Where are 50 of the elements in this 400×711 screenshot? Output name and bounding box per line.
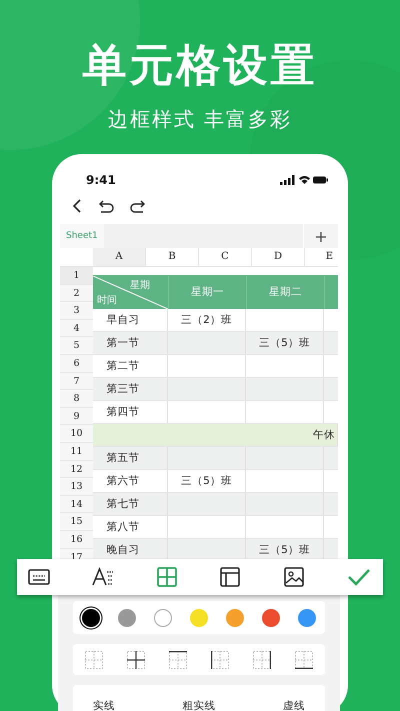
status-time: 9:41 [86, 173, 116, 187]
color-swatch[interactable] [154, 608, 172, 626]
column-header[interactable]: B [146, 248, 199, 266]
layout-icon[interactable] [219, 566, 242, 588]
color-swatch[interactable] [262, 608, 280, 626]
table-cell: 第五节 [93, 447, 168, 469]
redo-icon[interactable] [130, 200, 146, 212]
border-option-icon[interactable] [295, 650, 313, 668]
keyboard-icon[interactable] [28, 566, 50, 588]
table-cell: 早自习 [93, 309, 168, 331]
grid-icon[interactable] [156, 566, 178, 588]
subheadline: 边框样式 丰富多彩 [108, 106, 292, 132]
table-cell: 第八节 [93, 516, 168, 538]
text-format-icon[interactable] [92, 566, 114, 588]
header-text: 星期 [130, 278, 150, 292]
table-cell: 三（2）班 [181, 314, 232, 326]
table-cell: 三（5）班 [181, 475, 232, 487]
table-cell: 第七节 [93, 493, 168, 515]
back-icon[interactable] [72, 199, 82, 213]
table-cell: 第六节 [93, 470, 168, 492]
column-header[interactable]: A [93, 248, 146, 266]
border-option-icon[interactable] [211, 650, 229, 668]
color-swatch[interactable] [190, 608, 208, 626]
add-sheet-button[interactable]: + [304, 224, 338, 248]
border-option-icon[interactable] [253, 650, 271, 668]
color-swatch[interactable] [298, 608, 316, 626]
table-cell: 三（5）班 [259, 544, 310, 556]
table-cell: 第三节 [93, 378, 168, 400]
undo-icon[interactable] [98, 200, 114, 212]
table-cell: 三（5）班 [259, 337, 310, 349]
color-swatch[interactable] [118, 608, 136, 626]
table-cell: 第四节 [93, 401, 168, 423]
border-option-icon[interactable] [169, 650, 187, 668]
headline: 单元格设置 [82, 40, 318, 92]
line-style-option[interactable]: 实线 [87, 699, 121, 711]
line-style-option[interactable]: 虚线 [277, 699, 311, 711]
color-swatch[interactable] [226, 608, 244, 626]
table-cell: 第一节 [93, 332, 168, 354]
image-icon[interactable] [283, 566, 306, 588]
table-cell: 第二节 [93, 355, 168, 377]
border-option-icon[interactable] [127, 650, 145, 668]
column-header[interactable]: E [305, 248, 335, 266]
color-swatch[interactable] [82, 608, 100, 626]
table-cell: 午休 [313, 424, 338, 446]
row-number: 1 [60, 267, 93, 285]
line-style-option[interactable]: 粗实线 [176, 699, 222, 711]
column-header[interactable]: C [199, 248, 252, 266]
header-text: 时间 [97, 294, 117, 307]
column-header[interactable]: D [252, 248, 305, 266]
status-icons [280, 175, 328, 185]
